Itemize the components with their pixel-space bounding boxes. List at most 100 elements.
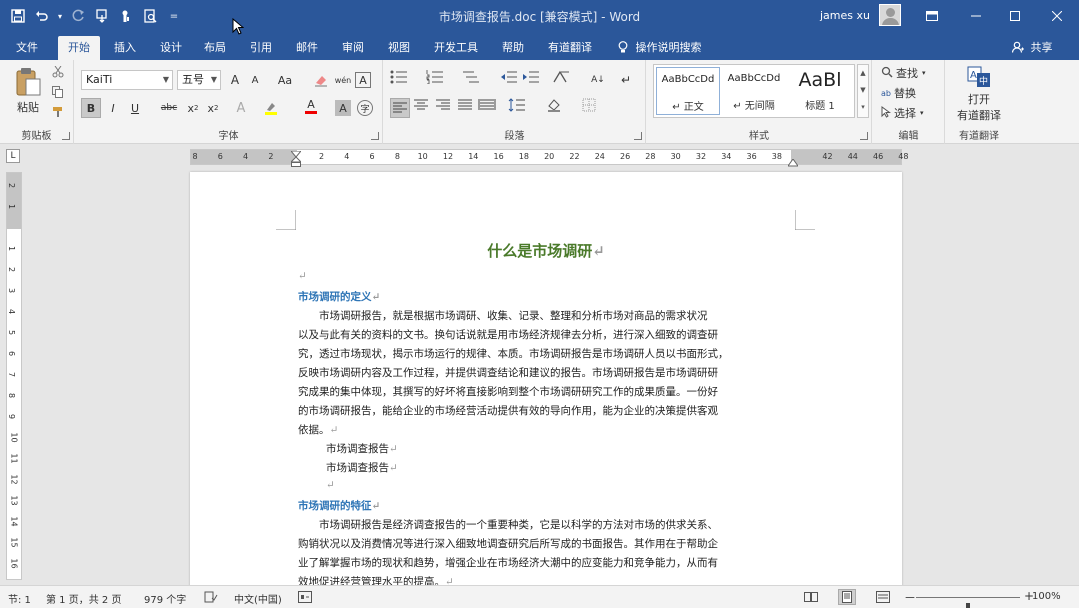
change-case-button[interactable]: Aa [271, 70, 299, 90]
align-right-icon[interactable] [434, 98, 454, 118]
zoom-slider[interactable] [916, 597, 1020, 608]
character-shading-button[interactable]: A [335, 100, 351, 116]
minimize-icon[interactable] [954, 0, 998, 32]
clipboard-launcher-icon[interactable] [62, 132, 70, 140]
decrease-indent-icon[interactable] [500, 70, 520, 90]
style-normal[interactable]: AaBbCcDd ↵ 正文 [656, 67, 720, 115]
ribbon-display-options-icon[interactable] [910, 0, 954, 32]
tab-developer[interactable]: 开发工具 [424, 36, 488, 60]
numbering-icon[interactable] [426, 70, 446, 90]
language-indicator[interactable]: 中文(中国) [234, 591, 282, 606]
zoom-out-button[interactable]: － [904, 589, 916, 606]
redo-icon[interactable] [68, 6, 88, 26]
body-line[interactable]: 究成果的集中体现，其撰写的好坏将直接影响到整个市场调研研究工作的成果质量。一份好 [298, 384, 798, 399]
zoom-slider-thumb[interactable] [966, 603, 970, 608]
chinese-layout-icon[interactable] [552, 70, 572, 90]
heading-definition[interactable]: 市场调研的定义↵ [298, 289, 380, 304]
phonetic-guide-button[interactable]: wén [333, 70, 353, 90]
document-title[interactable]: 什么是市场调研↵ [190, 240, 902, 261]
distributed-icon[interactable] [478, 98, 498, 118]
font-size-combo[interactable]: 五号 ▼ [177, 70, 221, 90]
copy-icon[interactable] [50, 84, 66, 100]
select-button[interactable]: 选择 ▾ [881, 104, 924, 122]
clear-formatting-icon[interactable] [311, 70, 331, 90]
chevron-down-icon[interactable]: ▼ [858, 82, 868, 99]
web-layout-icon[interactable] [874, 589, 892, 605]
tab-layout[interactable]: 布局 [194, 36, 236, 60]
tab-file[interactable]: 文件 [6, 36, 48, 60]
body-line-last[interactable]: 依据。↵ [298, 422, 798, 437]
undo-dropdown-icon[interactable]: ▾ [56, 6, 64, 26]
touch-pointer-icon[interactable] [116, 6, 136, 26]
chevron-up-icon[interactable]: ▲ [858, 65, 868, 82]
find-button[interactable]: 查找 ▾ [881, 64, 926, 82]
body-line[interactable]: 业了解掌握市场的现状和趋势，增强企业在市场经济大潮中的应变能力和竞争能力，从而有 [298, 555, 798, 570]
read-mode-icon[interactable] [802, 589, 820, 605]
tab-view[interactable]: 视图 [378, 36, 420, 60]
proofing-icon[interactable] [204, 591, 218, 606]
body-line[interactable]: 以及与此有关的资料的文书。换句话说就是用市场经济规律去分析，进行深入细致的调查研 [298, 327, 798, 342]
grow-font-button[interactable]: A [225, 70, 245, 90]
gallery-more-icon[interactable]: ▾ [858, 99, 868, 116]
subscript-button[interactable]: x2 [183, 98, 203, 118]
zoom-level[interactable]: 100% [1032, 591, 1061, 602]
show-marks-button[interactable]: ↵ [616, 70, 636, 90]
user-name[interactable]: james xu [820, 9, 870, 22]
italic-button[interactable]: I [103, 98, 123, 118]
print-preview-icon[interactable] [140, 6, 160, 26]
document-area[interactable]: 什么是市场调研↵ ↵ 市场调研的定义↵ 市场调研报告，就是根据市场调研、收集、记… [24, 167, 1079, 585]
tab-mailings[interactable]: 邮件 [286, 36, 328, 60]
align-center-icon[interactable] [412, 98, 432, 118]
save-icon[interactable] [8, 6, 28, 26]
body-line[interactable]: 购销状况以及消费情况等进行深入细致地调查研究后所写成的书面报告。其作用在于帮助企 [298, 536, 798, 551]
multilevel-list-icon[interactable] [462, 70, 482, 90]
shrink-font-button[interactable]: A [245, 70, 265, 90]
bold-button[interactable]: B [81, 98, 101, 118]
word-count[interactable]: 979 个字 [144, 591, 186, 606]
tab-home[interactable]: 开始 [58, 36, 100, 60]
highlight-color-icon[interactable] [261, 98, 281, 118]
shading-icon[interactable] [546, 98, 566, 118]
list-item[interactable]: 市场调查报告↵ [326, 460, 826, 475]
document-page[interactable]: 什么是市场调研↵ ↵ 市场调研的定义↵ 市场调研报告，就是根据市场调研、收集、记… [190, 172, 902, 585]
styles-launcher-icon[interactable] [860, 132, 868, 140]
bullets-icon[interactable] [390, 70, 410, 90]
replace-button[interactable]: ab 替换 [881, 84, 916, 102]
hanging-indent-marker[interactable] [289, 156, 303, 167]
section-indicator[interactable]: 节: 1 [8, 591, 31, 606]
justify-icon[interactable] [456, 98, 476, 118]
share-button[interactable]: 共享 [1011, 36, 1053, 60]
tab-insert[interactable]: 插入 [104, 36, 146, 60]
strikethrough-button[interactable]: abc [157, 98, 181, 118]
horizontal-ruler[interactable]: 8 6 4 2 2 4 6 8 10 12 14 16 18 20 22 24 26 28 30 32 34 36 38 42… [190, 147, 908, 167]
body-line[interactable]: 究，透过市场现状，揭示市场运行的规律、本质。市场调研报告是市场调研人员以书面形式… [298, 346, 798, 361]
youdao-translate-button[interactable]: A中 打开 有道翻译 [950, 64, 1008, 124]
sort-button[interactable]: A↓ [588, 70, 608, 90]
tab-design[interactable]: 设计 [150, 36, 192, 60]
body-line[interactable]: 的市场调研报告，能给企业的市场经营活动提供有效的导向作用，能为企业的决策提供客观 [298, 403, 798, 418]
tab-references[interactable]: 引用 [240, 36, 282, 60]
body-line[interactable]: 市场调研报告，就是根据市场调研、收集、记录、整理和分析市场对商品的需求状况 [298, 308, 798, 323]
paragraph-launcher-icon[interactable] [634, 132, 642, 140]
page-indicator[interactable]: 第 1 页，共 2 页 [46, 591, 121, 606]
tell-me-search[interactable]: 操作说明搜索 [608, 36, 712, 60]
body-line[interactable]: 反映市场调研内容及工作过程，并提供调查结论和建议的报告。市场调研报告是市场调研研 [298, 365, 798, 380]
superscript-button[interactable]: x2 [203, 98, 223, 118]
first-line-indent-marker[interactable] [289, 147, 303, 158]
styles-gallery-scroll[interactable]: ▲ ▼ ▾ [857, 64, 869, 118]
body-line[interactable]: 市场调研报告是经济调查报告的一个重要种类，它是以科学的方法对市场的供求关系、 [298, 517, 798, 532]
avatar[interactable] [879, 4, 901, 26]
character-border-button[interactable]: A [355, 72, 371, 88]
align-left-icon[interactable] [390, 98, 410, 118]
font-launcher-icon[interactable] [371, 132, 379, 140]
font-name-combo[interactable]: KaiTi ▼ [81, 70, 173, 90]
heading-features[interactable]: 市场调研的特征↵ [298, 498, 380, 513]
increase-indent-icon[interactable] [522, 70, 542, 90]
vertical-ruler[interactable]: 2 1 1 2 3 4 5 6 7 8 9 10 11 12 13 14 15 16 [6, 172, 22, 580]
style-no-spacing[interactable]: AaBbCcDd ↵ 无间隔 [722, 67, 786, 115]
close-icon[interactable] [1035, 0, 1079, 32]
tab-youdao[interactable]: 有道翻译 [538, 36, 602, 60]
body-line-last[interactable]: 效地促进经营管理水平的提高。↵ [298, 574, 798, 585]
list-item[interactable]: 市场调查报告↵ [326, 441, 826, 456]
tab-selector[interactable]: L [6, 149, 20, 163]
